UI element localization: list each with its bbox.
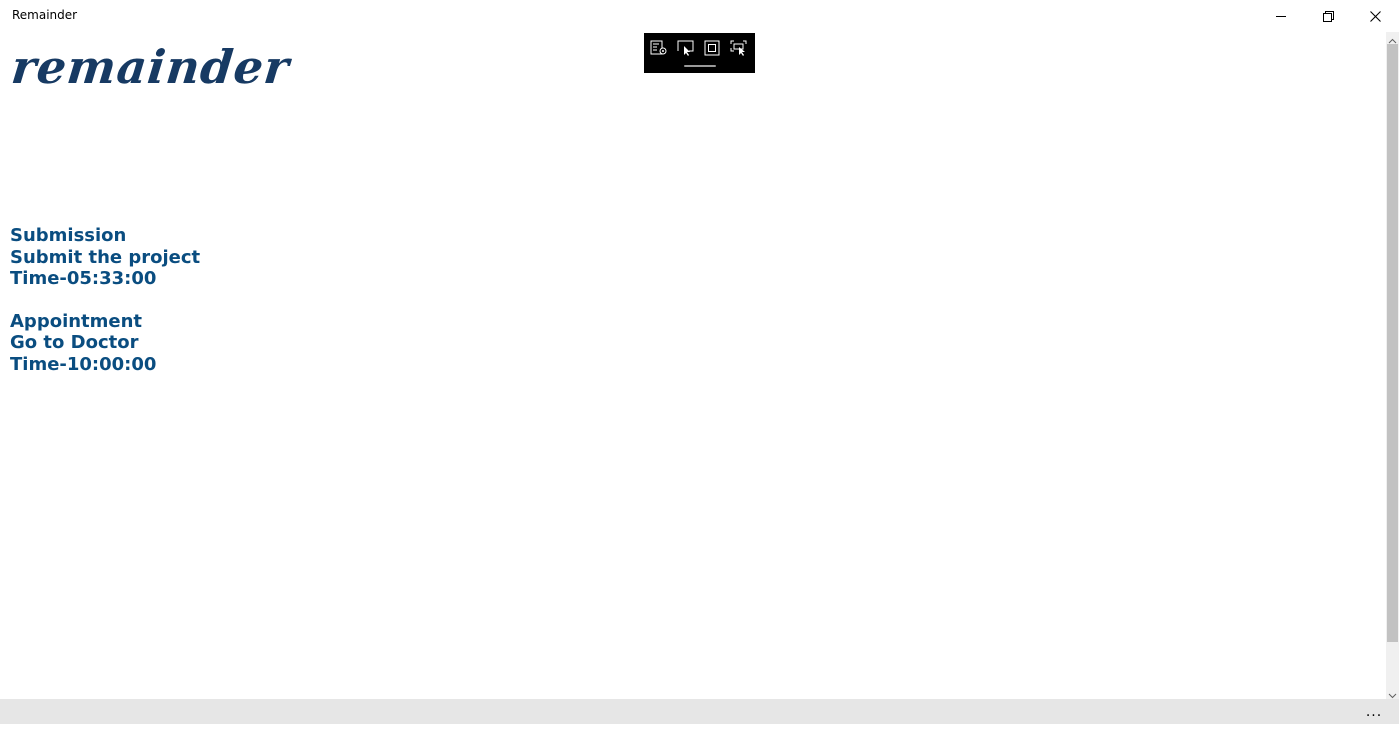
display-layout-adorners-button[interactable] [701,40,723,60]
reminder-item[interactable]: Submission Submit the project Time-05:33… [10,225,610,290]
scroll-thumb[interactable] [1387,44,1398,642]
reminder-title: Submission [10,225,127,246]
reminder-item[interactable]: Appointment Go to Doctor Time-10:00:00 [10,311,610,376]
reminder-time: Time-05:33:00 [10,268,157,289]
reminder-title: Appointment [10,310,143,332]
app-logo: remainder [9,40,293,94]
close-button[interactable] [1352,0,1398,32]
restore-button[interactable] [1305,0,1351,32]
reminder-description: Submit the project [10,246,201,268]
select-element-icon [677,40,695,60]
track-focus-icon [730,40,748,60]
scroll-down-button[interactable] [1386,687,1399,699]
track-focus-button[interactable] [728,40,750,60]
close-icon [1369,10,1381,22]
toolbar-drag-handle[interactable] [684,65,716,67]
restore-icon [1322,10,1334,22]
bottom-app-bar: ... [0,699,1399,724]
title-bar[interactable]: Remainder [0,0,1399,32]
scroll-up-button[interactable] [1386,32,1399,44]
reminder-list: Submission Submit the project Time-05:33… [10,225,610,396]
reminder-description: Go to Doctor [10,332,139,353]
minimize-icon [1276,11,1286,21]
display-layout-adorners-icon [704,40,720,60]
xaml-debug-toolbar [644,33,755,73]
minimize-button[interactable] [1258,0,1304,32]
more-options-button[interactable]: ... [1358,699,1390,724]
window-title: Remainder [12,8,78,22]
app-window: Remainder remainder Submission Submit th… [0,0,1399,733]
more-icon: ... [1365,703,1383,720]
live-visual-tree-icon [650,40,668,60]
reminder-time: Time-10:00:00 [10,353,157,375]
select-element-button[interactable] [675,40,697,60]
live-visual-tree-button[interactable] [648,40,670,60]
vertical-scrollbar[interactable] [1386,32,1399,699]
